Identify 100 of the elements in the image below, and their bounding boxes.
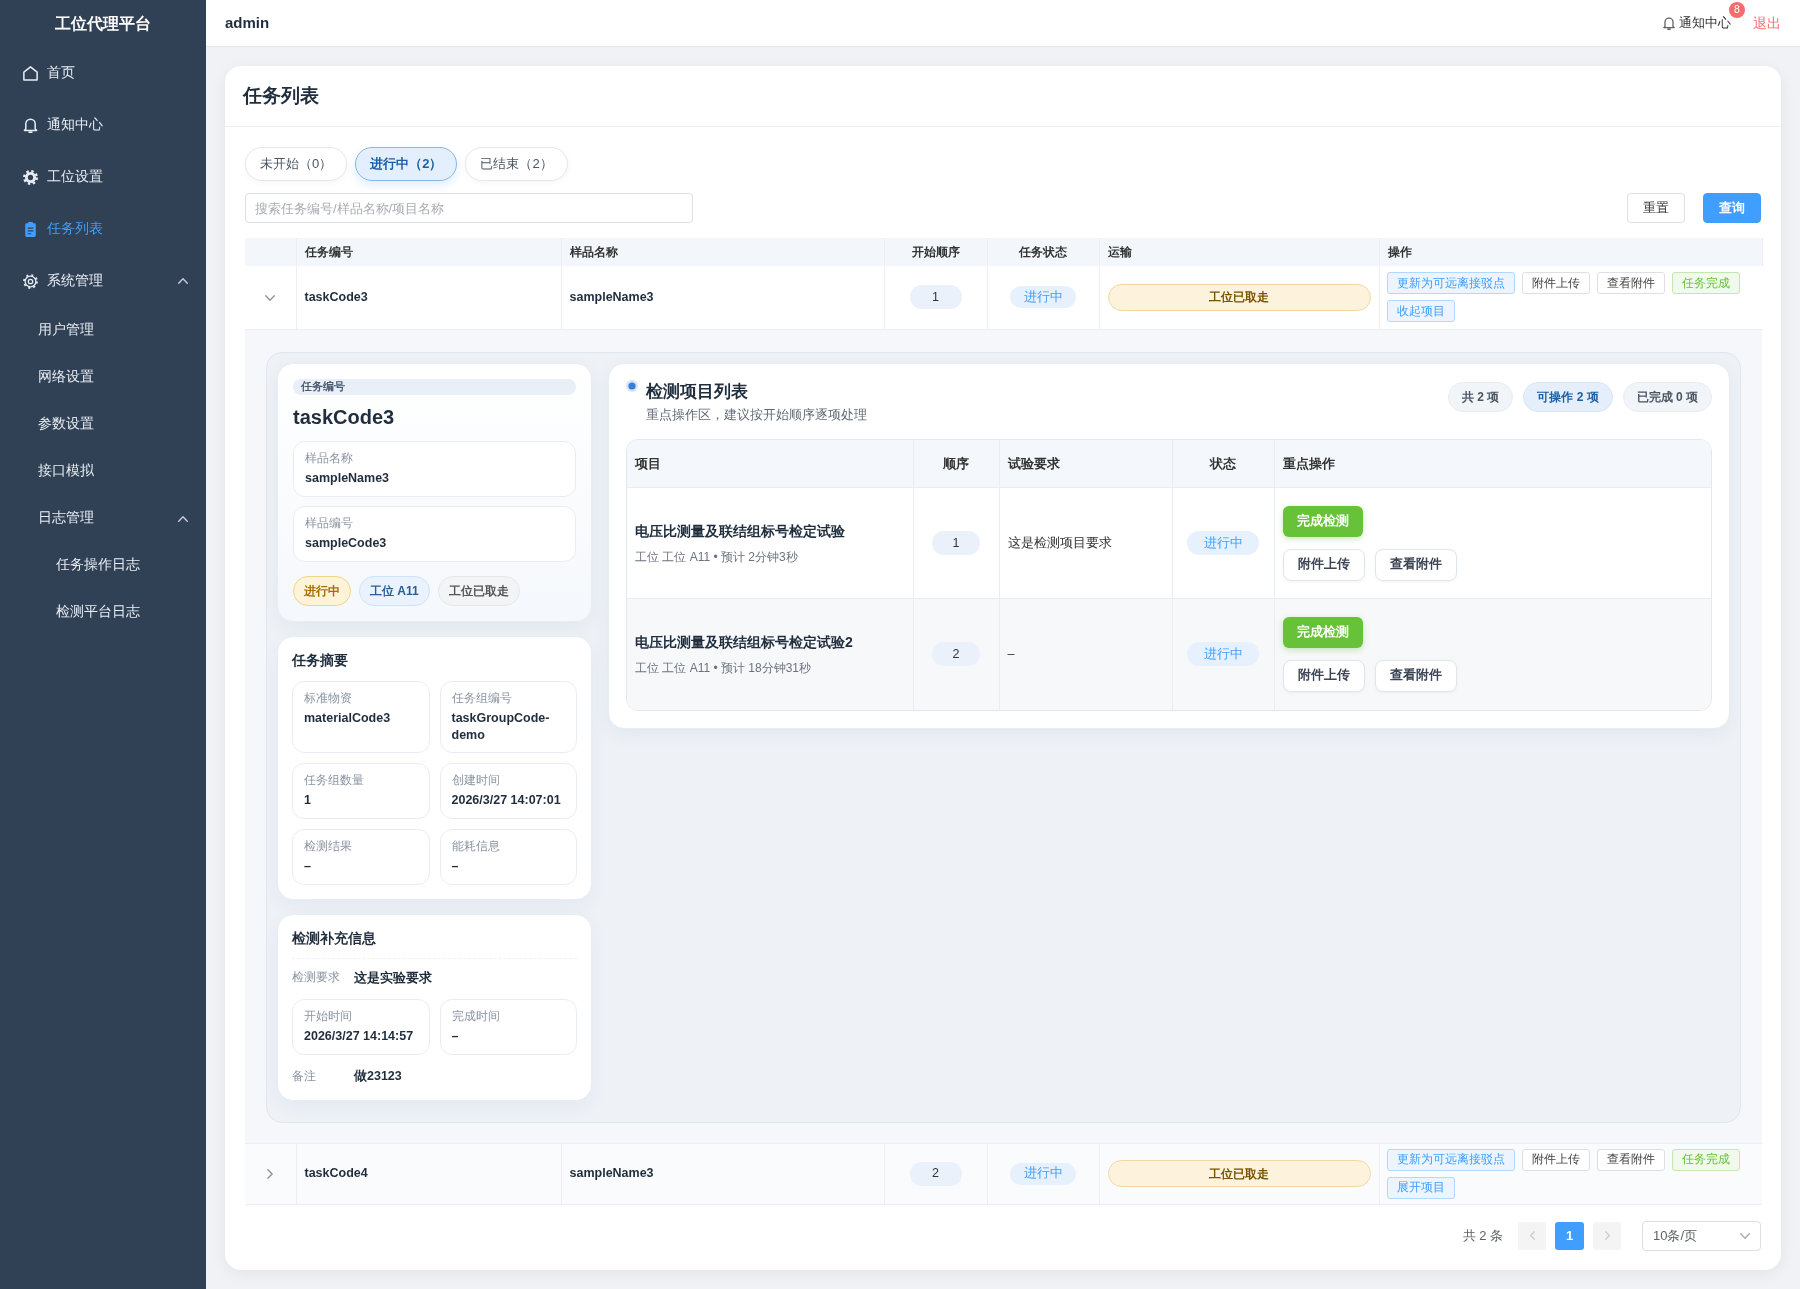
bell-icon — [23, 117, 38, 133]
chevron-right-icon[interactable] — [267, 1168, 274, 1179]
column-header: 项目 — [627, 439, 913, 488]
field-value: 2026/3/27 14:07:01 — [451, 791, 562, 809]
field-label: 备注 — [292, 1069, 317, 1084]
count-tag: 可操作 2 项 — [1523, 381, 1613, 412]
field-label: 开始时间 — [304, 1009, 353, 1025]
sidebar-item[interactable]: 日志管理 — [0, 495, 206, 542]
column-header: 顺序 — [913, 439, 999, 488]
status-tag: 进行中 — [1187, 642, 1259, 667]
clipboard-icon — [23, 221, 38, 237]
page-size-select[interactable]: 10条/页 — [1642, 1220, 1761, 1251]
notification-link[interactable]: 通知中心 — [1663, 13, 1731, 33]
page-title: 任务列表 — [243, 84, 319, 109]
sidebar-item[interactable]: 用户管理 — [0, 307, 206, 354]
table-cell: – — [999, 598, 1172, 710]
sidebar-item[interactable]: 参数设置 — [0, 401, 206, 448]
item-meta: 工位 工位 A11 • 预计 2分钟3秒 — [635, 548, 799, 566]
column-header: 试验要求 — [999, 439, 1172, 488]
action-button[interactable]: 附件上传 — [1282, 548, 1365, 581]
column-header: 任务状态 — [987, 238, 1099, 266]
column-header: 状态 — [1172, 439, 1274, 488]
status-tag: 工位 A11 — [359, 575, 430, 606]
search-field[interactable]: 搜索任务编号/样品名称/项目名称 — [245, 193, 693, 223]
chevron-down-icon[interactable] — [265, 294, 276, 301]
bell-icon — [1663, 16, 1675, 30]
home-icon — [23, 65, 38, 81]
card-title: 任务摘要 — [292, 651, 349, 670]
filter-tab[interactable]: 已结束（2） — [465, 147, 568, 181]
field-value: sampleCode3 — [305, 534, 388, 552]
field-label: 任务组编号 — [451, 690, 513, 706]
field-value: materialCode3 — [304, 709, 392, 727]
table-cell: taskCode3 — [296, 266, 561, 329]
chevron-left-icon — [1529, 1231, 1535, 1240]
sidebar-item[interactable]: 检测平台日志 — [0, 589, 206, 636]
column-header: 重点操作 — [1274, 439, 1711, 488]
task-code-label: 任务编号 — [293, 378, 576, 395]
field-value: sampleName3 — [305, 469, 391, 487]
field-label: 检测要求 — [292, 970, 341, 986]
reset-button[interactable]: 重置 — [1627, 193, 1685, 223]
action-button[interactable]: 查看附件 — [1596, 1148, 1665, 1171]
filter-tab[interactable]: 未开始（0） — [245, 147, 348, 181]
field-label: 创建时间 — [451, 772, 501, 788]
sidebar-item[interactable]: 工位设置 — [0, 151, 206, 203]
sidebar-item[interactable]: 网络设置 — [0, 354, 206, 401]
item-meta: 工位 工位 A11 • 预计 18分钟31秒 — [635, 659, 813, 677]
sidebar-item[interactable]: 任务操作日志 — [0, 542, 206, 589]
order-number: 1 — [909, 285, 962, 310]
field-label: 任务组数量 — [304, 772, 365, 788]
card-title: 检测项目列表 — [646, 380, 749, 402]
chevron-right-icon — [1604, 1231, 1610, 1240]
table-cell: sampleName3 — [561, 1143, 884, 1204]
field-value: taskGroupCode-demo — [451, 709, 551, 744]
notification-badge: 8 — [1729, 2, 1745, 19]
order-number: 2 — [932, 642, 980, 667]
transport-status: 工位已取走 — [1107, 283, 1371, 311]
order-number: 2 — [909, 1161, 962, 1186]
card-subtitle: 重点操作区，建议按开始顺序逐项处理 — [646, 406, 867, 424]
action-button[interactable]: 附件上传 — [1521, 1148, 1590, 1171]
action-button[interactable]: 附件上传 — [1282, 659, 1365, 692]
field-label: 完成时间 — [451, 1009, 501, 1025]
item-name: 电压比测量及联结组标号检定试验2 — [635, 632, 854, 652]
item-name: 电压比测量及联结组标号检定试验 — [635, 521, 846, 541]
username: admin — [225, 12, 270, 33]
sidebar-title: 工位代理平台 — [55, 13, 151, 34]
action-button[interactable]: 查看附件 — [1374, 659, 1457, 692]
column-header: 样品名称 — [561, 238, 884, 266]
gear-icon — [23, 169, 38, 185]
table-cell: taskCode4 — [296, 1143, 561, 1204]
field-value: 做23123 — [354, 1068, 402, 1086]
sidebar-item[interactable]: 首页 — [0, 47, 206, 99]
action-button[interactable]: 查看附件 — [1596, 272, 1665, 295]
total-count: 共 2 条 — [1462, 1226, 1503, 1245]
count-tag: 共 2 项 — [1447, 381, 1514, 412]
column-header: 运输 — [1099, 238, 1379, 266]
sidebar-item[interactable]: 接口模拟 — [0, 448, 206, 495]
field-label: 能耗信息 — [451, 838, 501, 854]
sidebar-item[interactable]: 任务列表 — [0, 203, 206, 255]
count-tag: 已完成 0 项 — [1622, 381, 1712, 412]
field-value: – — [304, 857, 312, 875]
status-tag: 进行中 — [1010, 1162, 1076, 1185]
sidebar-item[interactable]: 系统管理 — [0, 255, 206, 307]
status-tag: 进行中 — [1010, 286, 1076, 309]
filter-tab[interactable]: 进行中（2） — [355, 147, 458, 181]
card-title: 检测补充信息 — [292, 928, 577, 959]
action-button[interactable]: 查看附件 — [1374, 548, 1457, 581]
field-label: 标准物资 — [304, 690, 353, 706]
field-label: 样品名称 — [305, 450, 354, 466]
sidebar-item[interactable]: 通知中心 — [0, 99, 206, 151]
column-header: 任务编号 — [296, 238, 561, 266]
table-cell: sampleName3 — [561, 266, 884, 329]
status-tag: 进行中 — [1187, 531, 1259, 555]
field-value: 这是实验要求 — [354, 969, 432, 987]
action-button[interactable]: 附件上传 — [1521, 272, 1590, 295]
order-number: 1 — [932, 531, 980, 555]
field-value: 1 — [304, 791, 312, 809]
status-dot-icon — [626, 379, 638, 392]
column-header: 开始顺序 — [884, 238, 987, 266]
gear-icon — [23, 273, 38, 289]
field-value: 2026/3/27 14:14:57 — [304, 1028, 415, 1046]
